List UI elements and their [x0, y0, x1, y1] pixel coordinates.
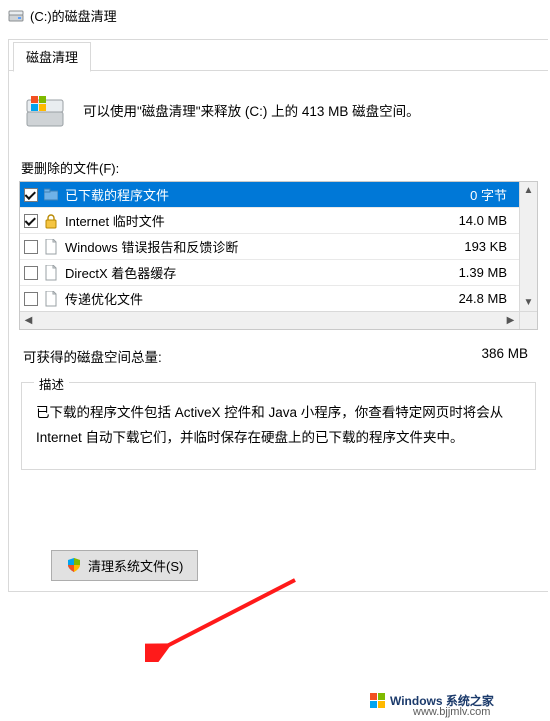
checkbox[interactable]	[24, 188, 38, 202]
scroll-right-icon[interactable]: ▶	[502, 312, 519, 329]
file-icon	[44, 239, 58, 255]
scroll-left-icon[interactable]: ◀	[20, 312, 37, 329]
tab-body: 可以使用"磁盘清理"来释放 (C:) 上的 413 MB 磁盘空间。 要删除的文…	[9, 72, 548, 591]
item-size: 24.8 MB	[423, 291, 513, 306]
item-name: Windows 错误报告和反馈诊断	[64, 237, 417, 256]
watermark-url: www.bjjmlv.com	[413, 706, 490, 718]
dialog-frame: 磁盘清理 可以使用"磁盘清理"来释放 (C:) 上的 413 MB 磁盘空间。 …	[8, 39, 548, 592]
checkbox[interactable]	[24, 214, 38, 228]
file-icon	[44, 265, 58, 281]
tabs: 磁盘清理	[9, 40, 548, 72]
description-group: 描述 已下载的程序文件包括 ActiveX 控件和 Java 小程序，你查看特定…	[21, 382, 536, 470]
item-size: 14.0 MB	[423, 213, 513, 228]
lock-icon	[44, 213, 58, 229]
item-size: 1.39 MB	[423, 265, 513, 280]
item-name: 传递优化文件	[64, 289, 417, 308]
item-size: 193 KB	[423, 239, 513, 254]
total-value: 386 MB	[481, 346, 528, 366]
scroll-down-icon[interactable]: ▼	[520, 294, 537, 311]
item-name: 已下载的程序文件	[64, 185, 417, 204]
clean-system-files-button[interactable]: 清理系统文件(S)	[51, 550, 198, 581]
checkbox[interactable]	[24, 240, 38, 254]
drive-large-icon	[25, 92, 65, 132]
list-item[interactable]: DirectX 着色器缓存 1.39 MB	[20, 259, 519, 285]
shield-icon	[66, 557, 82, 573]
clean-button-label: 清理系统文件(S)	[88, 556, 183, 575]
file-icon	[44, 291, 58, 307]
description-text: 已下载的程序文件包括 ActiveX 控件和 Java 小程序，你查看特定网页时…	[36, 401, 521, 451]
title-bar: (C:)的磁盘清理	[0, 0, 550, 35]
windows-logo-icon	[370, 693, 386, 709]
list-item[interactable]: 传递优化文件 24.8 MB	[20, 285, 519, 311]
tab-disk-cleanup[interactable]: 磁盘清理	[13, 42, 91, 72]
list-item[interactable]: Internet 临时文件 14.0 MB	[20, 207, 519, 233]
horizontal-scrollbar[interactable]: ◀ ▶	[20, 311, 519, 329]
item-size: 0 字节	[423, 185, 513, 204]
checkbox[interactable]	[24, 266, 38, 280]
total-row: 可获得的磁盘空间总量: 386 MB	[19, 330, 538, 376]
scroll-corner	[519, 311, 537, 329]
item-name: DirectX 着色器缓存	[64, 263, 417, 282]
description-legend: 描述	[34, 374, 69, 393]
files-to-delete-label: 要删除的文件(F):	[21, 158, 538, 177]
item-name: Internet 临时文件	[64, 211, 417, 230]
scroll-up-icon[interactable]: ▲	[520, 182, 537, 199]
window-title: (C:)的磁盘清理	[30, 6, 117, 25]
total-label: 可获得的磁盘空间总量:	[23, 346, 162, 366]
vertical-scrollbar[interactable]: ▲ ▼	[519, 182, 537, 311]
list-item[interactable]: Windows 错误报告和反馈诊断 193 KB	[20, 233, 519, 259]
list-item[interactable]: 已下载的程序文件 0 字节	[20, 182, 519, 207]
folder-icon	[44, 187, 58, 203]
file-list: 已下载的程序文件 0 字节 Internet 临时文件 14.0 MB	[19, 181, 538, 330]
summary-text: 可以使用"磁盘清理"来释放 (C:) 上的 413 MB 磁盘空间。	[83, 102, 420, 122]
summary-row: 可以使用"磁盘清理"来释放 (C:) 上的 413 MB 磁盘空间。	[19, 86, 538, 152]
watermark-brand: Windows 系统之家	[370, 692, 494, 709]
drive-icon	[8, 8, 24, 24]
checkbox[interactable]	[24, 292, 38, 306]
